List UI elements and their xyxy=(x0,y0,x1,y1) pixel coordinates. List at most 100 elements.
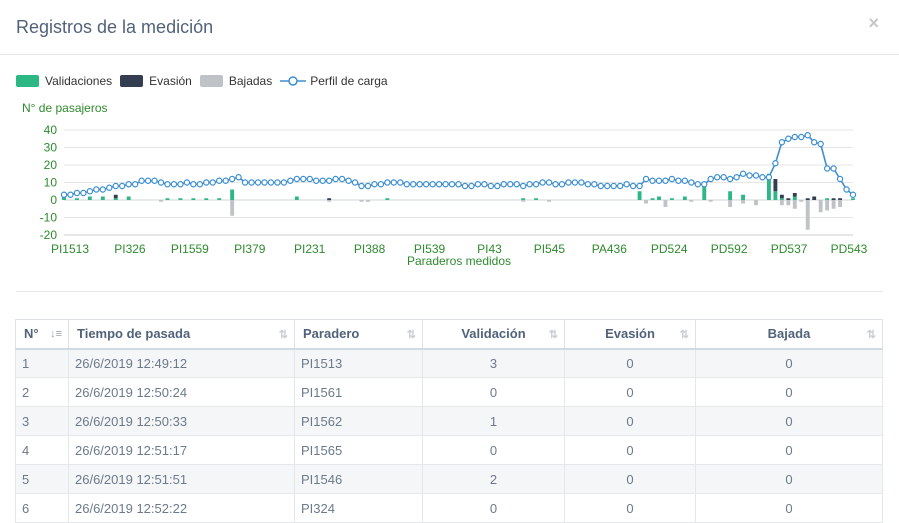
perfil-de-carga-point xyxy=(403,181,410,188)
validaciones-bar xyxy=(637,191,642,200)
perfil-de-carga-point xyxy=(170,181,178,188)
perfil-de-carga-point xyxy=(151,177,158,184)
evasion-bar xyxy=(838,198,843,200)
validaciones-bar xyxy=(792,196,797,200)
perfil-de-carga-point xyxy=(345,177,352,184)
sort-icon[interactable]: ⇅ xyxy=(279,328,288,341)
table-row[interactable]: 1 26/6/2019 12:49:12 PI1513 3 0 0 xyxy=(15,348,883,378)
perfil-de-carga-point xyxy=(435,181,443,188)
perfil-de-carga-point xyxy=(93,186,100,193)
cell-bajada: 0 xyxy=(695,406,883,436)
x-tick-label: PD537 xyxy=(771,242,808,256)
table-row[interactable]: 5 26/6/2019 12:51:51 PI1546 2 0 0 xyxy=(15,464,883,494)
perfil-de-carga-point xyxy=(390,179,398,186)
table-row[interactable]: 3 26/6/2019 12:50:33 PI1562 1 0 0 xyxy=(15,406,883,436)
sort-asc-icon[interactable]: ↓≡ xyxy=(50,328,62,340)
validaciones-bar xyxy=(126,196,131,200)
x-tick-label: PD592 xyxy=(711,242,748,256)
perfil-de-carga-point xyxy=(241,179,249,186)
perfil-de-carga-point xyxy=(119,182,126,190)
perfil-de-carga-point xyxy=(364,182,372,190)
cell-paradero: PI1561 xyxy=(294,377,423,407)
cell-validacion: 0 xyxy=(422,377,565,407)
perfil-de-carga-point xyxy=(772,160,779,167)
column-header-validacion[interactable]: Validación ⇅ xyxy=(422,319,565,350)
validaciones-bar xyxy=(74,198,79,200)
sort-icon[interactable]: ⇅ xyxy=(867,328,876,341)
perfil-de-carga-point xyxy=(513,181,520,188)
bajadas-bar xyxy=(644,200,648,204)
perfil-de-carga-point xyxy=(726,175,734,183)
column-header-tiempo[interactable]: Tiempo de pasada ⇅ xyxy=(68,319,295,350)
perfil-de-carga-point xyxy=(597,182,604,190)
cell-tiempo: 26/6/2019 12:51:17 xyxy=(68,435,295,465)
perfil-de-carga-point xyxy=(707,175,714,183)
bajadas-bar xyxy=(831,200,836,209)
perfil-de-carga-point xyxy=(843,186,850,193)
perfil-de-carga-point xyxy=(429,181,436,188)
cell-evasion: 0 xyxy=(564,377,696,407)
evasion-bar xyxy=(812,196,817,200)
perfil-de-carga-point xyxy=(675,177,682,184)
perfil-de-carga-point xyxy=(125,181,132,188)
perfil-de-carga-point xyxy=(765,174,773,181)
perfil-de-carga-point xyxy=(106,184,113,191)
perfil-de-carga-point xyxy=(319,177,326,184)
y-tick-label: 40 xyxy=(44,123,58,137)
cell-n: 1 xyxy=(15,348,69,378)
perfil-de-carga-point xyxy=(261,179,268,186)
perfil-de-carga-point xyxy=(494,182,501,190)
perfil-de-carga-point xyxy=(668,175,676,183)
perfil-de-carga-point xyxy=(203,179,210,186)
cell-evasion: 0 xyxy=(564,406,696,436)
perfil-de-carga-point xyxy=(558,181,566,188)
perfil-de-carga-point xyxy=(500,181,507,188)
validaciones-bar xyxy=(657,196,661,200)
validaciones-bar xyxy=(650,198,655,200)
perfil-de-carga-point xyxy=(73,189,81,197)
validaciones-bar xyxy=(178,198,183,200)
validaciones-bar xyxy=(773,191,778,200)
perfil-de-carga-point xyxy=(785,135,792,142)
cell-n: 4 xyxy=(15,435,69,465)
chart: 40 30 20 10 0 -10 -20PI1513 PI326 PI1559 PI379 PI2… xyxy=(40,123,868,268)
table-row[interactable]: 4 26/6/2019 12:51:17 PI1565 0 0 0 xyxy=(15,435,883,465)
perfil-de-carga-point xyxy=(442,181,449,188)
perfil-de-carga-point xyxy=(338,175,346,183)
perfil-de-carga-point xyxy=(507,181,514,188)
validaciones-bar xyxy=(779,198,784,200)
perfil-de-carga-point xyxy=(629,182,637,190)
bajadas-bar xyxy=(786,200,791,206)
cell-evasion: 0 xyxy=(564,348,696,378)
perfil-de-carga-point xyxy=(422,181,430,188)
perfil-de-carga-point xyxy=(280,179,288,186)
perfil-de-carga-point xyxy=(623,181,630,188)
evasion-bar xyxy=(831,198,836,200)
column-header-n[interactable]: N° ↓≡ xyxy=(15,319,69,350)
perfil-de-carga-point xyxy=(701,181,708,188)
table-row[interactable]: 2 26/6/2019 12:50:24 PI1561 0 0 0 xyxy=(15,377,883,407)
bajadas-bar xyxy=(708,200,713,202)
sort-icon[interactable]: ⇅ xyxy=(549,328,558,341)
column-header-paradero[interactable]: Paradero ⇅ xyxy=(294,319,423,350)
perfil-de-carga-point xyxy=(371,181,378,188)
bajadas-bar xyxy=(366,200,370,202)
perfil-de-carga-point xyxy=(836,175,844,183)
sort-icon[interactable]: ⇅ xyxy=(407,328,416,341)
cell-n: 6 xyxy=(15,493,69,523)
perfil-de-carga-point xyxy=(190,181,197,188)
evasion-bar xyxy=(773,179,778,192)
x-tick-label: PA436 xyxy=(592,242,627,256)
table-row[interactable]: 6 26/6/2019 12:52:22 PI324 0 0 0 xyxy=(15,493,883,523)
perfil-de-carga-point xyxy=(351,179,359,186)
perfil-de-carga-point xyxy=(578,179,585,186)
validaciones-bar xyxy=(204,198,209,200)
perfil-de-carga-point xyxy=(287,177,294,184)
perfil-de-carga-point xyxy=(461,182,469,190)
sort-icon[interactable]: ⇅ xyxy=(680,328,689,341)
x-axis-label: Paraderos medidos xyxy=(407,254,511,268)
perfil-de-carga-point xyxy=(131,181,139,188)
column-header-bajada[interactable]: Bajada ⇅ xyxy=(695,319,883,350)
perfil-de-carga-point xyxy=(610,182,617,190)
column-header-evasion[interactable]: Evasión ⇅ xyxy=(564,319,696,350)
